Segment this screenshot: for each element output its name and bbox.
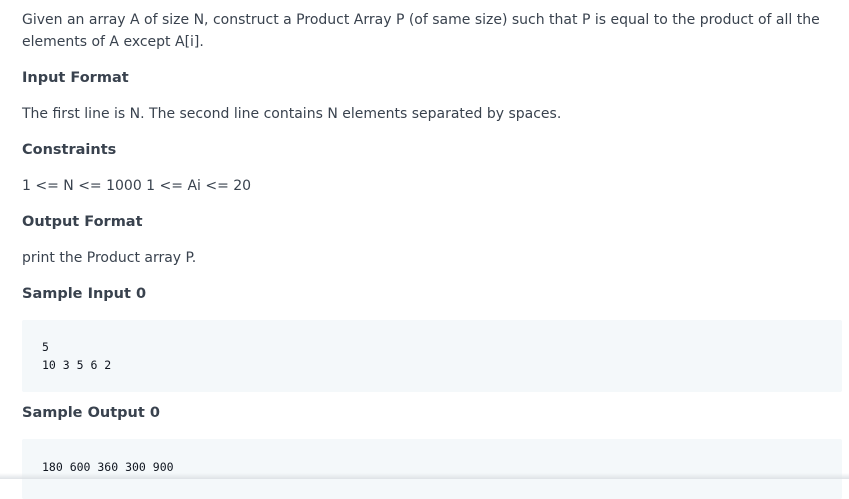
sample-output-heading: Sample Output 0 bbox=[22, 405, 160, 421]
input-format-text: The first line is N. The second line con… bbox=[22, 106, 562, 122]
output-format-heading: Output Format bbox=[22, 214, 143, 230]
sample-input-line: 10 3 5 6 2 bbox=[42, 358, 112, 372]
input-format-heading: Input Format bbox=[22, 70, 129, 86]
output-format-text: print the Product array P. bbox=[22, 250, 197, 266]
sample-input-heading: Sample Input 0 bbox=[22, 286, 147, 302]
problem-statement: Given an array A of size N, construct a … bbox=[22, 9, 842, 499]
problem-intro: Given an array A of size N, construct a … bbox=[22, 12, 820, 50]
sample-output-codeblock: 180 600 360 300 900 bbox=[22, 439, 842, 499]
scroll-edge-shadow bbox=[0, 473, 849, 479]
sample-input-codeblock: 5 10 3 5 6 2 bbox=[22, 320, 842, 392]
constraints-heading: Constraints bbox=[22, 142, 117, 158]
constraints-text: 1 <= N <= 1000 1 <= Ai <= 20 bbox=[22, 178, 252, 194]
sample-input-line: 5 bbox=[42, 340, 49, 354]
